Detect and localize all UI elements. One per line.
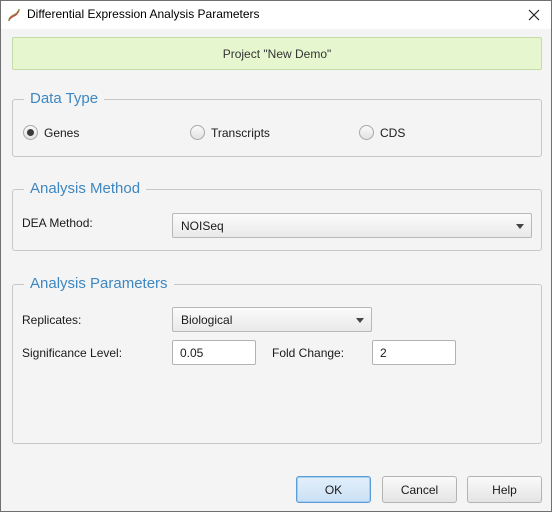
analysis-method-title: Analysis Method <box>24 179 147 199</box>
app-logo-icon <box>6 7 22 23</box>
radio-genes[interactable]: Genes <box>23 125 79 140</box>
close-button[interactable] <box>517 1 551 29</box>
radio-transcripts-label: Transcripts <box>211 125 270 140</box>
title-bar: Differential Expression Analysis Paramet… <box>1 1 551 29</box>
data-type-group: Data Type Genes Transcripts CDS <box>12 89 542 157</box>
window-title: Differential Expression Analysis Paramet… <box>27 7 260 21</box>
dea-method-label: DEA Method: <box>22 216 93 230</box>
significance-level-label: Significance Level: <box>22 346 123 360</box>
data-type-title: Data Type <box>24 89 105 109</box>
dea-method-select[interactable]: NOISeq <box>172 213 532 238</box>
analysis-parameters-title: Analysis Parameters <box>24 274 174 294</box>
significance-level-input[interactable] <box>172 340 256 365</box>
radio-circle <box>23 125 38 140</box>
chevron-down-icon <box>516 224 524 229</box>
project-banner: Project "New Demo" <box>12 37 542 70</box>
radio-circle <box>190 125 205 140</box>
dialog-window: Differential Expression Analysis Paramet… <box>0 0 552 512</box>
radio-transcripts[interactable]: Transcripts <box>190 125 270 140</box>
analysis-method-group: Analysis Method DEA Method: NOISeq <box>12 179 542 251</box>
chevron-down-icon <box>356 318 364 323</box>
fold-change-input[interactable] <box>372 340 456 365</box>
radio-cds-label: CDS <box>380 125 406 140</box>
radio-cds[interactable]: CDS <box>359 125 405 140</box>
replicates-label: Replicates: <box>22 313 82 327</box>
close-icon <box>528 9 540 21</box>
dea-method-value: NOISeq <box>181 218 224 233</box>
help-button[interactable]: Help <box>467 476 542 503</box>
ok-button[interactable]: OK <box>296 476 371 503</box>
radio-selected-dot <box>27 129 34 136</box>
radio-circle <box>359 125 374 140</box>
cancel-button[interactable]: Cancel <box>382 476 457 503</box>
analysis-parameters-group: Analysis Parameters Replicates: Biologic… <box>12 274 542 444</box>
replicates-select[interactable]: Biological <box>172 307 372 332</box>
fold-change-label: Fold Change: <box>272 346 345 360</box>
replicates-value: Biological <box>181 312 233 327</box>
radio-genes-label: Genes <box>44 125 80 140</box>
